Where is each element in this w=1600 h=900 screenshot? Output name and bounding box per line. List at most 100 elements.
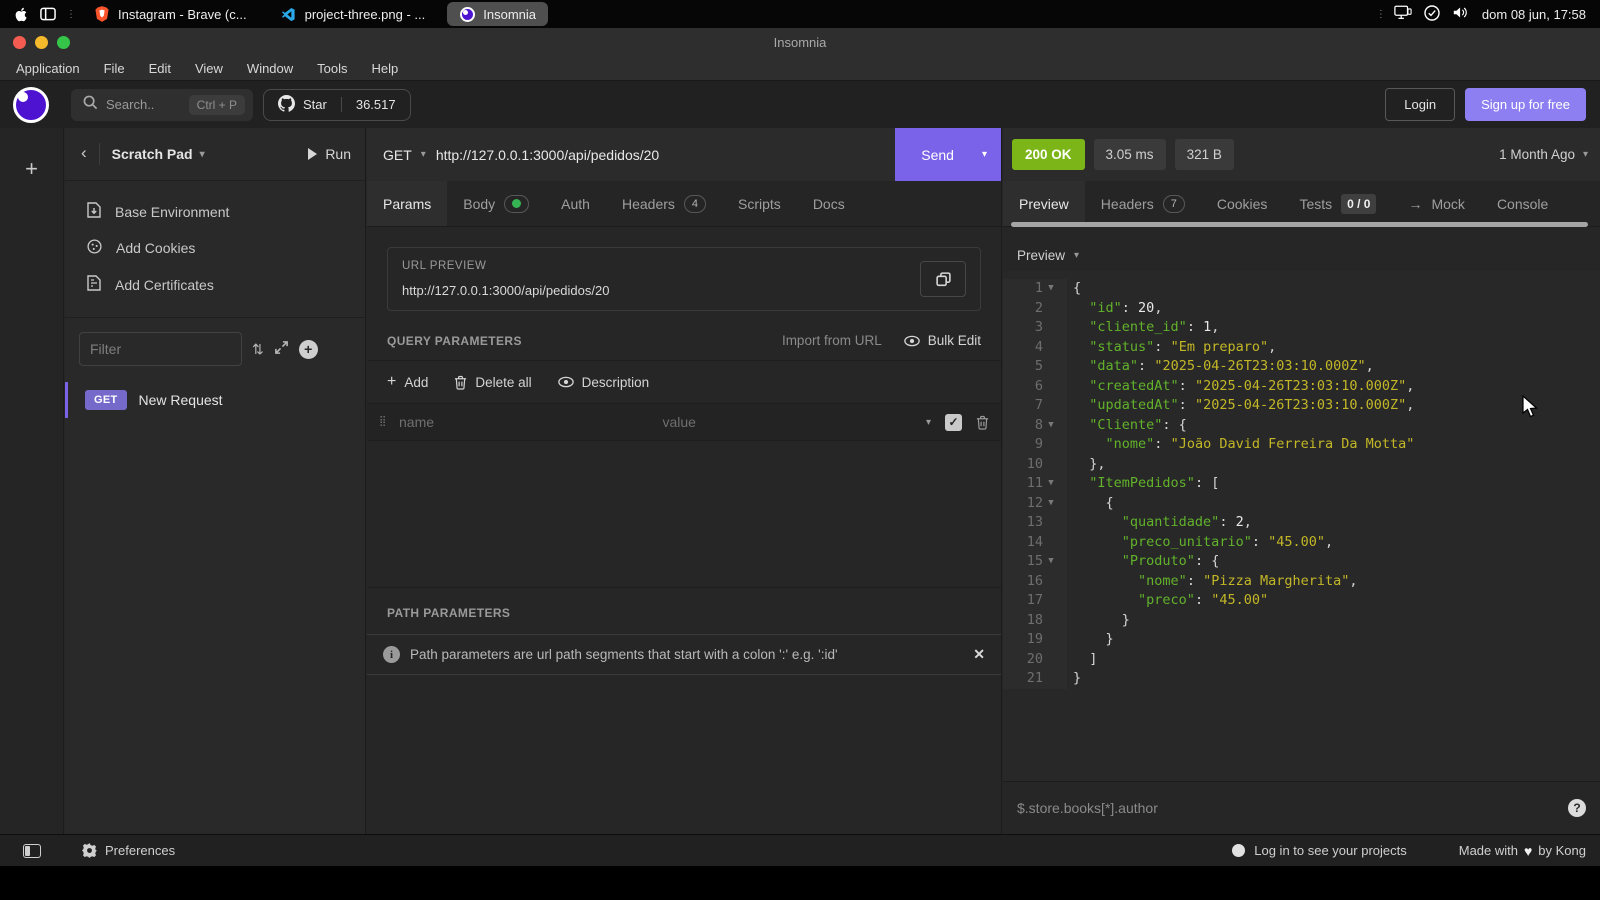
request-tab-headers[interactable]: Headers4	[606, 181, 722, 226]
path-parameters-title: PATH PARAMETERS	[367, 588, 1001, 634]
method-selector[interactable]: GET ▾	[367, 147, 436, 163]
insomnia-logo-icon[interactable]	[13, 87, 49, 123]
tab-label: Preview	[1019, 196, 1069, 212]
response-filter-row: ?	[1003, 781, 1600, 834]
param-name-input[interactable]	[399, 414, 656, 430]
response-tab-console[interactable]: Console	[1481, 181, 1564, 226]
menu-edit[interactable]: Edit	[139, 61, 181, 76]
run-button[interactable]: Run	[308, 146, 351, 162]
bulk-edit-button[interactable]: Bulk Edit	[904, 333, 981, 348]
response-tab-preview[interactable]: Preview	[1003, 181, 1085, 226]
add-request-button[interactable]: +	[299, 340, 318, 359]
copy-url-button[interactable]	[920, 261, 966, 297]
response-tab-mock[interactable]: →Mock	[1392, 181, 1480, 226]
menu-view[interactable]: View	[185, 61, 233, 76]
check-circle-icon[interactable]	[1424, 5, 1440, 24]
horizontal-scrollbar[interactable]	[1011, 222, 1588, 227]
menu-application[interactable]: Application	[6, 61, 90, 76]
fold-toggle-icon[interactable]: ▼	[1043, 416, 1059, 436]
display-icon[interactable]	[1394, 5, 1412, 23]
back-chevron-icon[interactable]: ‹	[79, 143, 95, 165]
code-text: "updatedAt": "2025-04-26T23:03:10.000Z",	[1067, 396, 1414, 416]
tab-label: Console	[1497, 196, 1548, 212]
drag-handle-icon[interactable]: ⣿	[379, 420, 393, 424]
fold-toggle-icon[interactable]: ▼	[1043, 474, 1059, 494]
code-text: "nome": "João David Ferreira Da Motta"	[1067, 435, 1414, 455]
fold-spacer	[1043, 318, 1059, 338]
app-tab-brave[interactable]: Instagram - Brave (c...	[82, 2, 259, 26]
add-param-button[interactable]: + Add	[387, 373, 428, 391]
trash-icon[interactable]	[976, 415, 989, 430]
app-tab-insomnia[interactable]: Insomnia	[447, 2, 548, 26]
window-switcher-icon[interactable]	[40, 6, 56, 22]
sidebar-item-add-cookies[interactable]: Add Cookies	[65, 230, 365, 266]
menu-help[interactable]: Help	[362, 61, 409, 76]
github-star-button[interactable]: Star 36.517	[263, 89, 411, 121]
sort-icon[interactable]: ⇅	[252, 341, 264, 358]
gutter: 12▼	[1003, 494, 1067, 514]
response-tab-headers[interactable]: Headers7	[1085, 181, 1201, 226]
code-text: }	[1067, 669, 1081, 689]
menu-tools[interactable]: Tools	[307, 61, 357, 76]
gutter: 10	[1003, 455, 1067, 475]
sidebar-item-base-environment[interactable]: Base Environment	[65, 193, 365, 230]
param-enabled-checkbox[interactable]: ✓	[945, 414, 962, 431]
response-tab-tests[interactable]: Tests0 / 0	[1283, 181, 1392, 226]
request-list-item[interactable]: GET New Request	[65, 382, 365, 418]
menubar-clock[interactable]: dom 08 jun, 17:58	[1482, 7, 1586, 22]
request-tab-body[interactable]: Body	[447, 181, 545, 226]
response-filter-input[interactable]	[1017, 800, 1568, 816]
request-tab-params[interactable]: Params	[367, 181, 447, 226]
toggle-description-button[interactable]: Description	[558, 375, 650, 390]
response-tab-cookies[interactable]: Cookies	[1201, 181, 1284, 226]
request-tab-auth[interactable]: Auth	[545, 181, 606, 226]
workspace-selector[interactable]: Scratch Pad ▾	[112, 146, 205, 162]
add-workspace-icon[interactable]: +	[0, 156, 63, 182]
param-value-input[interactable]	[662, 414, 919, 430]
star-count: 36.517	[341, 97, 410, 112]
send-options-dropdown[interactable]: ▾	[976, 149, 1001, 160]
login-button[interactable]: Login	[1385, 88, 1455, 121]
preview-mode-dropdown[interactable]: Preview ▾	[1003, 236, 1600, 276]
insomnia-icon	[459, 6, 475, 22]
signup-button[interactable]: Sign up for free	[1465, 88, 1586, 121]
import-from-url-button[interactable]: Import from URL	[782, 333, 882, 348]
help-icon[interactable]: ?	[1568, 799, 1586, 817]
chevron-down-icon[interactable]: ▾	[926, 417, 931, 428]
app-tab-vscode[interactable]: project-three.png - ...	[269, 2, 438, 26]
gutter: 17	[1003, 591, 1067, 611]
url-input[interactable]: http://127.0.0.1:3000/api/pedidos/20	[436, 147, 659, 163]
code-line: 16 "nome": "Pizza Margherita",	[1003, 572, 1600, 592]
apple-logo-icon[interactable]	[14, 6, 30, 22]
fold-toggle-icon[interactable]: ▼	[1043, 494, 1059, 514]
response-history-dropdown[interactable]: 1 Month Ago ▾	[1499, 147, 1588, 162]
line-number: 14	[1003, 533, 1043, 553]
global-search-button[interactable]: Search.. Ctrl + P	[71, 89, 253, 121]
toggle-sidebar-icon[interactable]	[23, 844, 41, 858]
preferences-button[interactable]: Preferences	[82, 843, 175, 858]
sidebar-filter-input[interactable]	[79, 332, 242, 366]
request-tab-docs[interactable]: Docs	[797, 181, 861, 226]
close-icon[interactable]: ✕	[973, 646, 985, 663]
chevron-down-icon: ▾	[200, 149, 205, 160]
arrow-right-icon: →	[1408, 196, 1422, 212]
query-parameters-header: QUERY PARAMETERS Import from URL Bulk Ed…	[367, 311, 1001, 361]
status-badge: 200 OK	[1012, 139, 1085, 170]
menu-file[interactable]: File	[94, 61, 135, 76]
request-tab-scripts[interactable]: Scripts	[722, 181, 797, 226]
fold-toggle-icon[interactable]: ▼	[1043, 279, 1059, 299]
fold-toggle-icon[interactable]: ▼	[1043, 552, 1059, 572]
trash-icon	[454, 375, 467, 390]
sidebar-item-add-certificates[interactable]: Add Certificates	[65, 266, 365, 303]
desktop-background	[0, 866, 1600, 900]
response-body-viewer[interactable]: 1▼{2 "id": 20,3 "cliente_id": 1,4 "statu…	[1003, 271, 1600, 781]
send-button[interactable]: Send ▾	[895, 128, 1001, 181]
vscode-icon	[281, 6, 297, 22]
code-line: 9 "nome": "João David Ferreira Da Motta"	[1003, 435, 1600, 455]
delete-all-button[interactable]: Delete all	[454, 375, 531, 390]
menu-window[interactable]: Window	[237, 61, 303, 76]
volume-icon[interactable]	[1452, 5, 1470, 23]
response-time: 3.05 ms	[1094, 139, 1166, 170]
login-hint[interactable]: Log in to see your projects	[1232, 843, 1406, 858]
expand-icon[interactable]	[274, 340, 289, 358]
